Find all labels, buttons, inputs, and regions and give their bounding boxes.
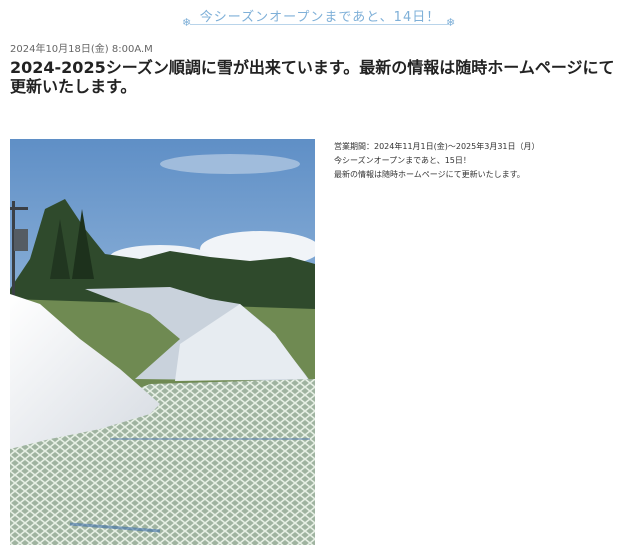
banner-underline <box>190 24 450 25</box>
post-info: 営業期間：2024年11月1日(金)〜2025年3月31日（月） 今シーズンオー… <box>334 140 634 182</box>
info-line-update: 最新の情報は随時ホームページにて更新いたします。 <box>334 170 525 179</box>
info-line-countdown: 今シーズンオープンまであと、15日！ <box>334 156 471 165</box>
post-photo <box>10 139 315 545</box>
info-line-season: 営業期間：2024年11月1日(金)〜2025年3月31日（月） <box>334 142 540 151</box>
snowflake-icon: ❄ <box>182 16 192 29</box>
snowflake-icon: ❄ <box>446 16 456 29</box>
post-date: 2024年10月18日(金) 8:00A.M <box>10 44 153 55</box>
post-title: 2024-2025シーズン順調に雪が出来ています。最新の情報は随時ホームページに… <box>10 58 615 96</box>
countdown-banner-text: 今シーズンオープンまであと、14日！ <box>199 10 441 25</box>
countdown-banner: ❄ 今シーズンオープンまであと、14日！ ❄ <box>0 0 640 30</box>
